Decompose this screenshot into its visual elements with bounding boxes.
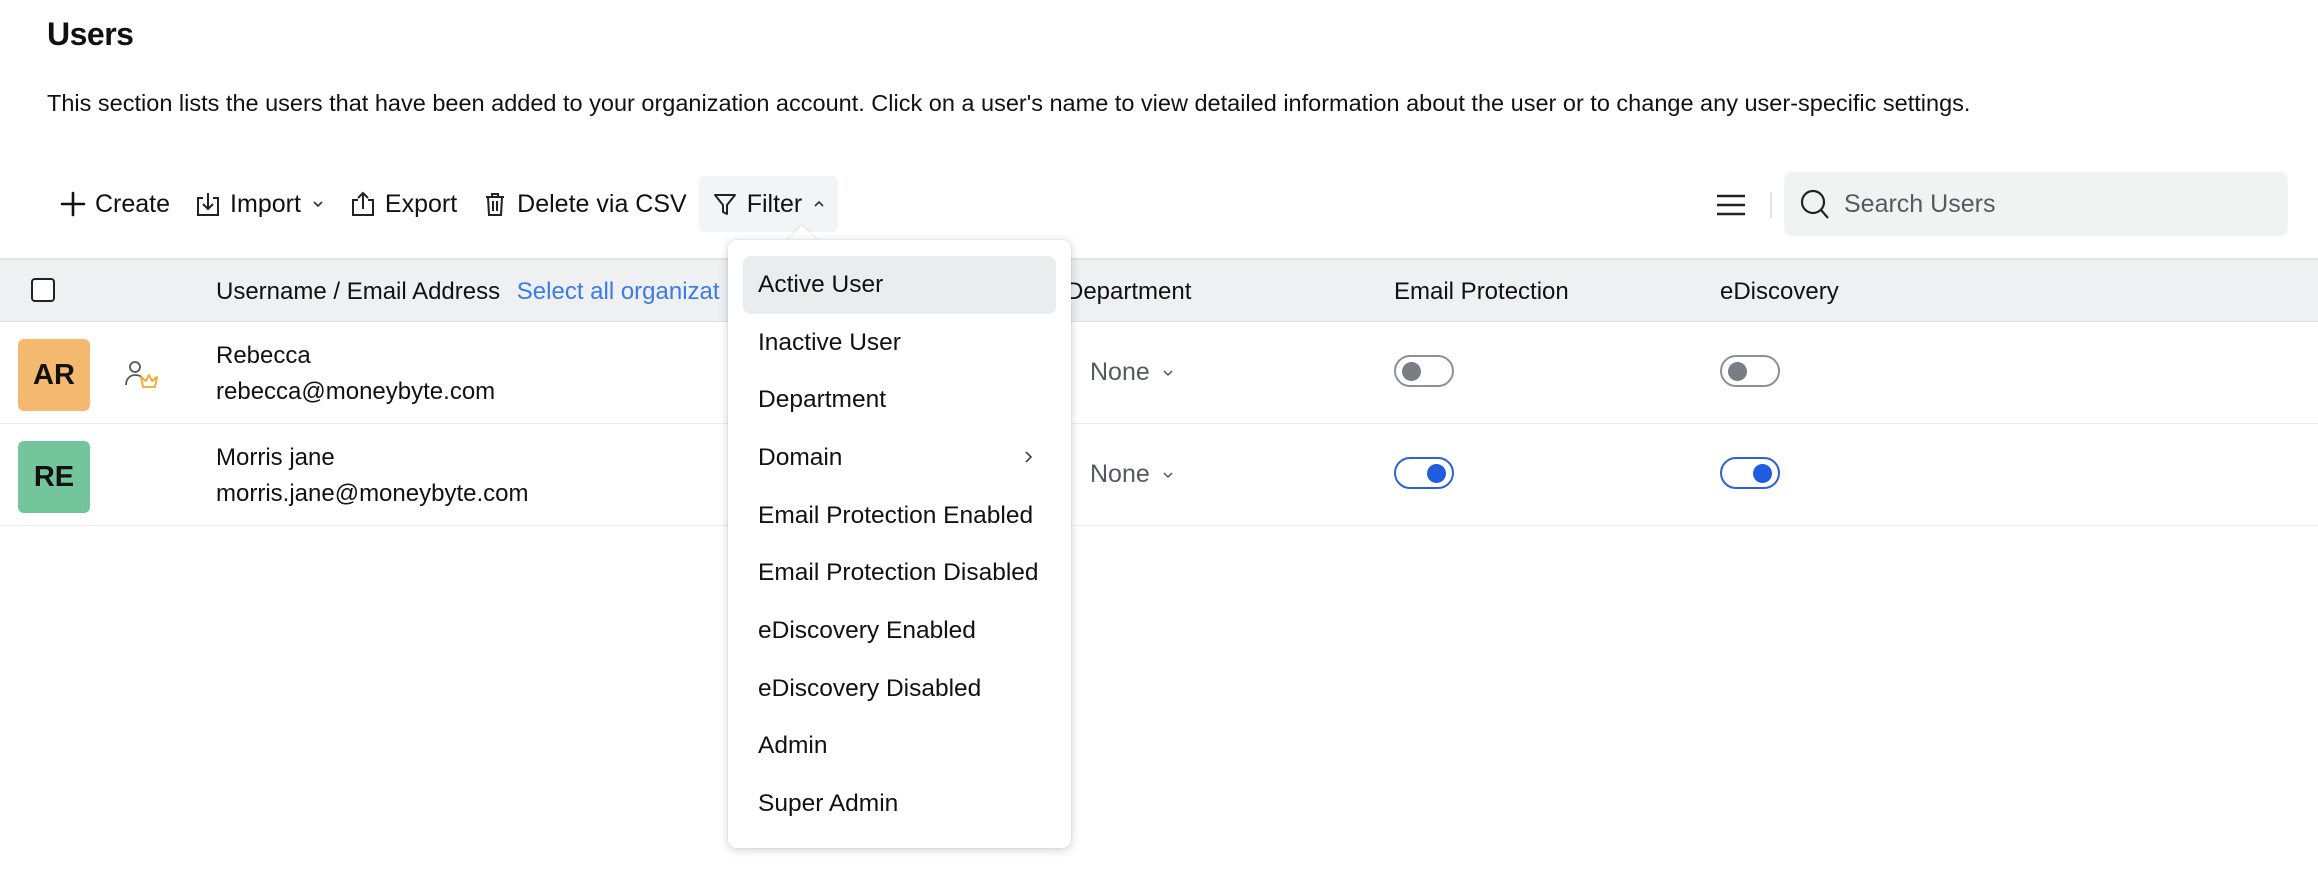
toolbar: Create Import Export Delete via CSV Filt… — [47, 176, 839, 232]
user-email: morris.jane@moneybyte.com — [216, 480, 529, 507]
filter-option-admin[interactable]: Admin — [743, 718, 1056, 776]
funnel-icon — [711, 190, 739, 218]
email-protection-toggle[interactable] — [1394, 355, 1454, 387]
column-header-email-protection: Email Protection — [1394, 278, 1569, 305]
chevron-up-icon — [812, 197, 826, 211]
department-dropdown[interactable]: None — [1090, 358, 1174, 387]
chevron-down-icon — [1162, 367, 1174, 379]
filter-option-inactive-user[interactable]: Inactive User — [743, 314, 1056, 372]
avatar: RE — [18, 441, 90, 513]
email-protection-toggle[interactable] — [1394, 457, 1454, 489]
filter-option-domain[interactable]: Domain — [743, 429, 1056, 487]
column-header-department: Department — [1066, 278, 1192, 305]
chevron-down-icon — [1162, 469, 1174, 481]
filter-option-super-admin[interactable]: Super Admin — [743, 775, 1056, 833]
chevron-right-icon — [1022, 450, 1034, 464]
user-name-link[interactable]: Morris jane — [216, 444, 335, 472]
toggle-knob — [1427, 464, 1446, 483]
table-row[interactable]: AR Rebecca rebecca@moneybyte.com None — [0, 322, 2318, 424]
hamburger-icon — [1717, 194, 1745, 216]
chevron-down-icon — [311, 197, 325, 211]
user-email: rebecca@moneybyte.com — [216, 378, 496, 405]
toggle-knob — [1402, 362, 1421, 381]
user-name-link[interactable]: Rebecca — [216, 342, 311, 370]
filter-option-ediscovery-enabled[interactable]: eDiscovery Enabled — [743, 602, 1056, 660]
username-header-label: Username / Email Address — [216, 278, 501, 305]
ediscovery-toggle[interactable] — [1720, 355, 1780, 387]
import-label: Import — [230, 189, 301, 218]
export-icon — [349, 190, 377, 218]
toggle-knob — [1753, 464, 1772, 483]
filter-option-department[interactable]: Department — [743, 371, 1056, 429]
filter-label: Filter — [746, 189, 803, 218]
export-label: Export — [384, 189, 458, 218]
department-value: None — [1090, 460, 1150, 488]
filter-option-ediscovery-disabled[interactable]: eDiscovery Disabled — [743, 660, 1056, 718]
delete-csv-label: Delete via CSV — [517, 189, 687, 218]
column-menu-button[interactable] — [1714, 188, 1748, 222]
import-button[interactable]: Import — [182, 176, 337, 232]
trash-icon — [481, 190, 509, 218]
column-header-ediscovery: eDiscovery — [1720, 278, 1839, 305]
filter-option-domain-label: Domain — [758, 443, 843, 471]
table-header: Username / Email Address Select all orga… — [0, 258, 2318, 322]
select-all-organization-link[interactable]: Select all organizat — [517, 278, 720, 305]
filter-option-active-user[interactable]: Active User — [743, 256, 1056, 314]
super-admin-icon — [124, 360, 160, 390]
search-icon — [1798, 187, 1832, 221]
filter-option-email-protection-enabled[interactable]: Email Protection Enabled — [743, 487, 1056, 545]
department-dropdown[interactable]: None — [1090, 460, 1174, 489]
import-icon — [194, 190, 222, 218]
page-description: This section lists the users that have b… — [47, 90, 1971, 116]
export-button[interactable]: Export — [337, 176, 469, 232]
filter-dropdown-menu: Active User Inactive User Department Dom… — [728, 240, 1071, 848]
column-header-username: Username / Email Address Select all orga… — [216, 278, 720, 306]
avatar: AR — [18, 339, 90, 411]
ediscovery-toggle[interactable] — [1720, 457, 1780, 489]
toolbar-divider — [1770, 192, 1772, 218]
select-all-checkbox[interactable] — [31, 278, 55, 302]
filter-option-email-protection-disabled[interactable]: Email Protection Disabled — [743, 544, 1056, 602]
table-row[interactable]: RE Morris jane morris.jane@moneybyte.com… — [0, 424, 2318, 526]
search-input[interactable] — [1844, 189, 2264, 219]
department-value: None — [1090, 358, 1150, 386]
toggle-knob — [1728, 362, 1747, 381]
filter-button[interactable]: Filter — [698, 176, 839, 232]
create-label: Create — [95, 189, 171, 218]
plus-icon — [59, 190, 87, 218]
delete-via-csv-button[interactable]: Delete via CSV — [469, 176, 699, 232]
page-title: Users — [47, 16, 134, 52]
create-button[interactable]: Create — [47, 176, 182, 232]
search-box[interactable] — [1784, 172, 2288, 236]
